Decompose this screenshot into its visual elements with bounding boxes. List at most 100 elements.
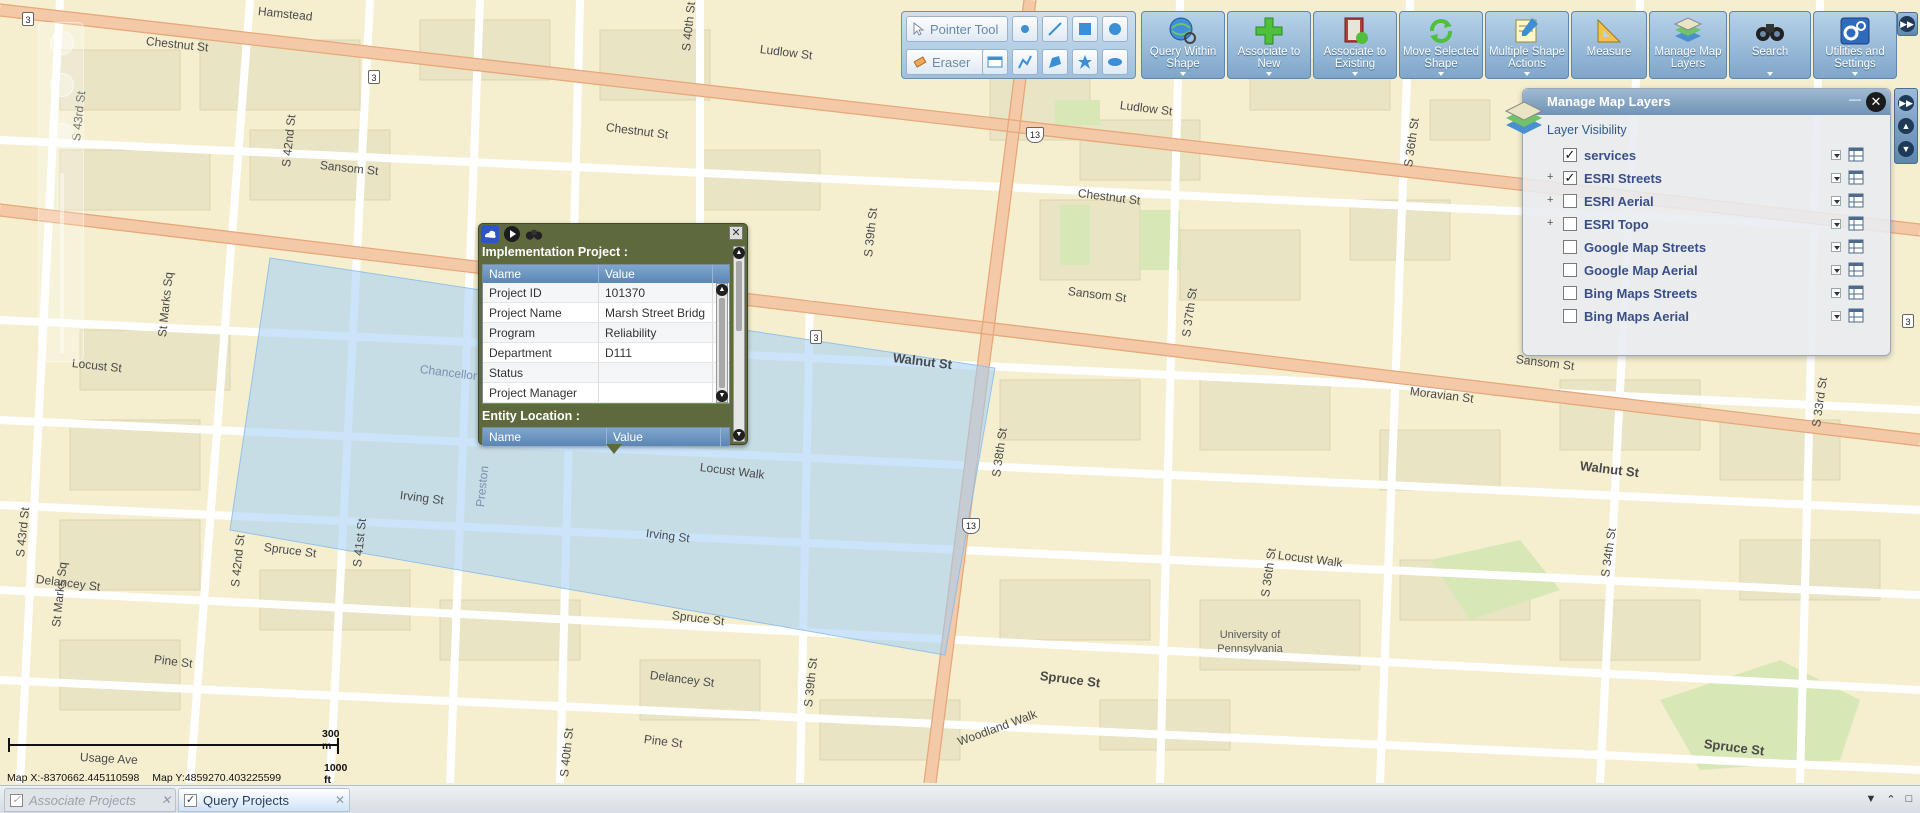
- layer-row[interactable]: + ESRI Topo: [1523, 214, 1890, 236]
- close-button[interactable]: ✕: [1866, 92, 1886, 112]
- associate-to-existing-button[interactable]: Associate to Existing: [1313, 11, 1397, 79]
- layer-visibility-checkbox[interactable]: [1563, 194, 1577, 208]
- layer-row[interactable]: + ESRI Aerial: [1523, 191, 1890, 213]
- attribute-table-icon[interactable]: [1848, 216, 1864, 231]
- multiple-shape-actions-button[interactable]: Multiple Shape Actions: [1485, 11, 1569, 79]
- associate-to-new-button[interactable]: Associate to New: [1227, 11, 1311, 79]
- draw-extent-button[interactable]: [982, 49, 1008, 75]
- close-icon[interactable]: ✕: [161, 789, 171, 812]
- attribute-value: 101370: [599, 283, 713, 302]
- expand-icon[interactable]: +: [1547, 217, 1557, 229]
- draw-circle-button[interactable]: [1102, 16, 1128, 42]
- scroll-down-icon[interactable]: ▼: [733, 429, 745, 441]
- layer-row[interactable]: Google Map Streets: [1523, 237, 1890, 259]
- attribute-table-icon[interactable]: [1848, 147, 1864, 162]
- draw-ellipse-button[interactable]: [1102, 49, 1128, 75]
- layer-options-dropdown[interactable]: [1831, 311, 1841, 321]
- query-within-shape-button[interactable]: Query Within Shape: [1141, 11, 1225, 79]
- scroll-up-icon[interactable]: ▲: [733, 247, 745, 259]
- layer-options-dropdown[interactable]: [1831, 173, 1841, 183]
- table-row[interactable]: Project Manager: [483, 383, 729, 403]
- layer-row[interactable]: Google Map Aerial: [1523, 260, 1890, 282]
- layer-options-dropdown[interactable]: [1831, 196, 1841, 206]
- scroll-thumb[interactable]: [736, 261, 742, 331]
- layer-options-dropdown[interactable]: [1831, 150, 1841, 160]
- expand-icon[interactable]: +: [1547, 171, 1557, 183]
- binoculars-icon[interactable]: [525, 225, 543, 243]
- scroll-thumb[interactable]: [719, 298, 725, 388]
- attribute-table-icon[interactable]: [1848, 285, 1864, 300]
- layer-row[interactable]: + ✓ ESRI Streets: [1523, 168, 1890, 190]
- table-row[interactable]: Status: [483, 363, 729, 383]
- manage-map-layers-button[interactable]: Manage Map Layers: [1649, 11, 1727, 79]
- layer-row[interactable]: Bing Maps Streets: [1523, 283, 1890, 305]
- zoom-slider[interactable]: [60, 173, 64, 353]
- layer-row[interactable]: ✓ services: [1523, 145, 1890, 167]
- search-button[interactable]: Search: [1729, 11, 1811, 79]
- draw-point-button[interactable]: [1012, 16, 1038, 42]
- scroll-up-icon[interactable]: ▲: [716, 284, 728, 296]
- table-row[interactable]: Department D111: [483, 343, 729, 363]
- layer-visibility-checkbox[interactable]: ✓: [1563, 148, 1577, 162]
- layer-row[interactable]: Bing Maps Aerial: [1523, 306, 1890, 328]
- layer-name: Bing Maps Aerial: [1584, 309, 1689, 324]
- layer-visibility-checkbox[interactable]: [1563, 240, 1577, 254]
- pan-control[interactable]: [50, 31, 74, 55]
- minimize-all-icon[interactable]: ▼: [1864, 793, 1878, 807]
- table-scrollbar[interactable]: ▲ ▼: [716, 283, 728, 403]
- measure-button[interactable]: Measure: [1571, 11, 1647, 79]
- layer-options-dropdown[interactable]: [1831, 219, 1841, 229]
- panel-title: Manage Map Layers: [1547, 94, 1671, 109]
- draw-polyline-button[interactable]: [1012, 49, 1038, 75]
- attribute-table-icon[interactable]: [1848, 308, 1864, 323]
- move-up-button[interactable]: ▲: [1898, 118, 1914, 134]
- eraser-button[interactable]: Eraser: [906, 49, 986, 75]
- dropdown-caret-icon: [1767, 72, 1773, 76]
- popup-scrollbar[interactable]: ▲ ▼: [733, 246, 745, 442]
- layer-options-dropdown[interactable]: [1831, 242, 1841, 252]
- layer-options-dropdown[interactable]: [1831, 288, 1841, 298]
- draw-line-button[interactable]: [1042, 16, 1068, 42]
- move-selected-shape-button[interactable]: Move Selected Shape: [1399, 11, 1483, 79]
- draw-freehand-polygon-button[interactable]: [1042, 49, 1068, 75]
- attribute-value: D111: [599, 343, 713, 362]
- draw-rectangle-button[interactable]: [1072, 16, 1098, 42]
- layer-visibility-checkbox[interactable]: [1563, 286, 1577, 300]
- zoom-out-button[interactable]: [50, 123, 74, 147]
- utilities-and-settings-button[interactable]: Utilities and Settings: [1813, 11, 1897, 79]
- layer-visibility-checkbox[interactable]: [1563, 309, 1577, 323]
- attribute-table-icon[interactable]: [1848, 239, 1864, 254]
- toolbar-collapse-button[interactable]: ▶▶: [1897, 12, 1918, 36]
- tab-checkbox[interactable]: ✓: [184, 794, 197, 807]
- close-icon[interactable]: ✕: [335, 789, 345, 812]
- draw-polygon-button[interactable]: [1072, 49, 1098, 75]
- layer-visibility-checkbox[interactable]: [1563, 217, 1577, 231]
- collapse-up-icon[interactable]: ⌃: [1884, 793, 1898, 807]
- layer-visibility-checkbox[interactable]: [1563, 263, 1577, 277]
- move-down-button[interactable]: ▼: [1898, 141, 1914, 157]
- expand-panel-button[interactable]: ▶▶: [1898, 95, 1914, 111]
- restore-window-icon[interactable]: □: [1902, 793, 1916, 807]
- table-row[interactable]: Program Reliability: [483, 323, 729, 343]
- attribute-table-icon[interactable]: [1848, 170, 1864, 185]
- tab-associate-projects[interactable]: ✓ Associate Projects ✕: [4, 788, 176, 812]
- layer-options-dropdown[interactable]: [1831, 265, 1841, 275]
- tab-query-projects[interactable]: ✓ Query Projects ✕: [178, 788, 350, 812]
- expand-icon[interactable]: +: [1547, 194, 1557, 206]
- cloud-icon[interactable]: [481, 225, 499, 243]
- line-icon: [1048, 22, 1062, 36]
- zoom-navigation-rail[interactable]: [38, 22, 84, 362]
- scroll-down-icon[interactable]: ▼: [716, 390, 728, 402]
- tab-checkbox[interactable]: ✓: [10, 794, 23, 807]
- minimize-button[interactable]: —: [1848, 92, 1862, 106]
- play-next-icon[interactable]: [503, 225, 521, 243]
- close-button[interactable]: ✕: [729, 226, 743, 240]
- layer-visibility-checkbox[interactable]: ✓: [1563, 171, 1577, 185]
- attribute-table-icon[interactable]: [1848, 262, 1864, 277]
- zoom-in-button[interactable]: [50, 73, 74, 97]
- panel-header[interactable]: Manage Map Layers: [1523, 89, 1890, 115]
- attribute-table-icon[interactable]: [1848, 193, 1864, 208]
- table-row[interactable]: Project Name Marsh Street Bridg: [483, 303, 729, 323]
- table-row[interactable]: Project ID 101370: [483, 283, 729, 303]
- pointer-tool-button[interactable]: Pointer Tool: [906, 16, 1008, 42]
